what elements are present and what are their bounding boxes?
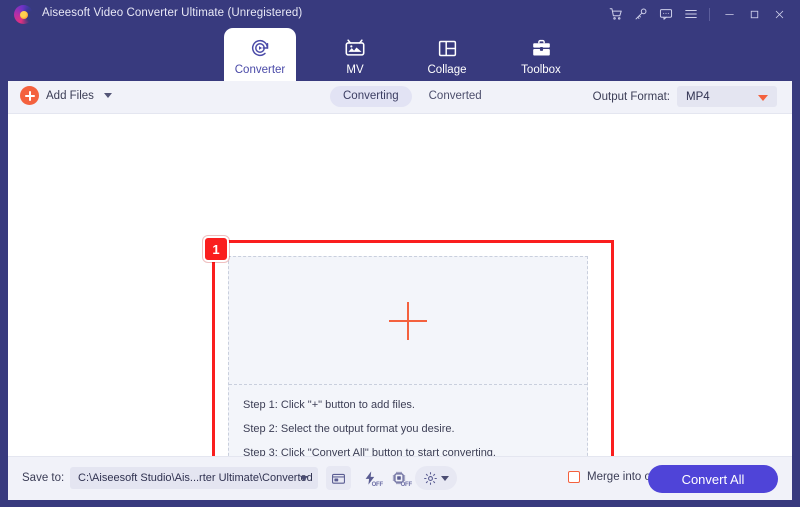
drop-zone-upper[interactable] (229, 257, 587, 385)
gpu-acceleration-icon[interactable]: OFF (386, 466, 413, 490)
checkbox-box[interactable] (568, 471, 580, 483)
tab-toolbox[interactable]: Toolbox (504, 28, 578, 81)
step-item: Step 1: Click "+" button to add files. (243, 399, 415, 411)
save-path-select[interactable]: C:\Aiseesoft Studio\Ais...rter Ultimate\… (70, 467, 318, 489)
step-item: Step 2: Select the output format you des… (243, 423, 455, 435)
aiseesoft-logo-icon (14, 5, 33, 24)
add-files-label: Add Files (46, 89, 94, 102)
toolbox-icon (531, 35, 552, 61)
tab-collage[interactable]: Collage (410, 28, 484, 81)
tab-label: Toolbox (521, 64, 561, 76)
chevron-down-icon (300, 476, 308, 481)
preferences-button[interactable] (415, 466, 457, 490)
open-folder-icon[interactable] (326, 466, 351, 490)
plus-icon[interactable] (389, 302, 427, 340)
feedback-icon[interactable] (653, 2, 678, 26)
hardware-acceleration-icon[interactable]: OFF (357, 466, 384, 490)
chevron-down-icon (758, 95, 768, 101)
main-panel: Add Files Converting Converted Output Fo… (8, 81, 792, 486)
status-segmented-control: Converting Converted (330, 86, 495, 107)
plus-circle-icon (20, 86, 39, 105)
steps-list: Step 1: Click "+" button to add files. S… (243, 399, 496, 459)
mv-icon (344, 35, 366, 61)
tab-label: Converter (234, 64, 286, 76)
file-drop-zone[interactable]: Step 1: Click "+" button to add files. S… (228, 256, 588, 471)
menu-icon[interactable] (678, 2, 703, 26)
segment-converting[interactable]: Converting (330, 86, 412, 107)
converter-icon (249, 35, 271, 61)
bottom-bar: Save to: C:\Aiseesoft Studio\Ais...rter … (8, 456, 792, 500)
maximize-icon[interactable] (742, 2, 767, 26)
annotation-badge-1: 1 (203, 236, 229, 262)
tab-mv[interactable]: MV (318, 28, 392, 81)
acceleration-state-label: OFF (371, 482, 384, 488)
minimize-icon[interactable] (717, 2, 742, 26)
add-files-button[interactable]: Add Files (20, 86, 112, 105)
tab-label: Collage (427, 64, 467, 76)
tab-converter[interactable]: Converter (224, 28, 296, 81)
window-controls (603, 0, 792, 28)
gpu-state-label: OFF (400, 482, 413, 488)
close-icon[interactable] (767, 2, 792, 26)
app-title: Aiseesoft Video Converter Ultimate (Unre… (42, 7, 303, 19)
cart-icon[interactable] (603, 2, 628, 26)
tab-label: MV (346, 64, 364, 76)
key-icon[interactable] (628, 2, 653, 26)
chevron-down-icon (441, 475, 449, 481)
save-path-value: C:\Aiseesoft Studio\Ais...rter Ultimate\… (78, 472, 313, 484)
segment-converted[interactable]: Converted (416, 86, 495, 107)
controls-divider (709, 7, 710, 21)
save-to-label: Save to: (22, 472, 65, 484)
output-format-group: Output Format: MP4 (593, 86, 777, 107)
output-format-label: Output Format: (592, 90, 670, 103)
title-bar: Aiseesoft Video Converter Ultimate (Unre… (0, 0, 800, 28)
convert-all-button[interactable]: Convert All (648, 465, 778, 493)
chevron-down-icon[interactable] (103, 93, 112, 98)
preferences-gear-icon (424, 471, 437, 485)
tab-strip: Converter MV Collage Toolbox (0, 28, 800, 81)
application-window: Aiseesoft Video Converter Ultimate (Unre… (0, 0, 800, 507)
output-format-value: MP4 (686, 90, 710, 103)
collage-icon (437, 35, 458, 61)
content-toolbar: Add Files Converting Converted Output Fo… (8, 81, 792, 114)
output-format-select[interactable]: MP4 (677, 86, 777, 107)
